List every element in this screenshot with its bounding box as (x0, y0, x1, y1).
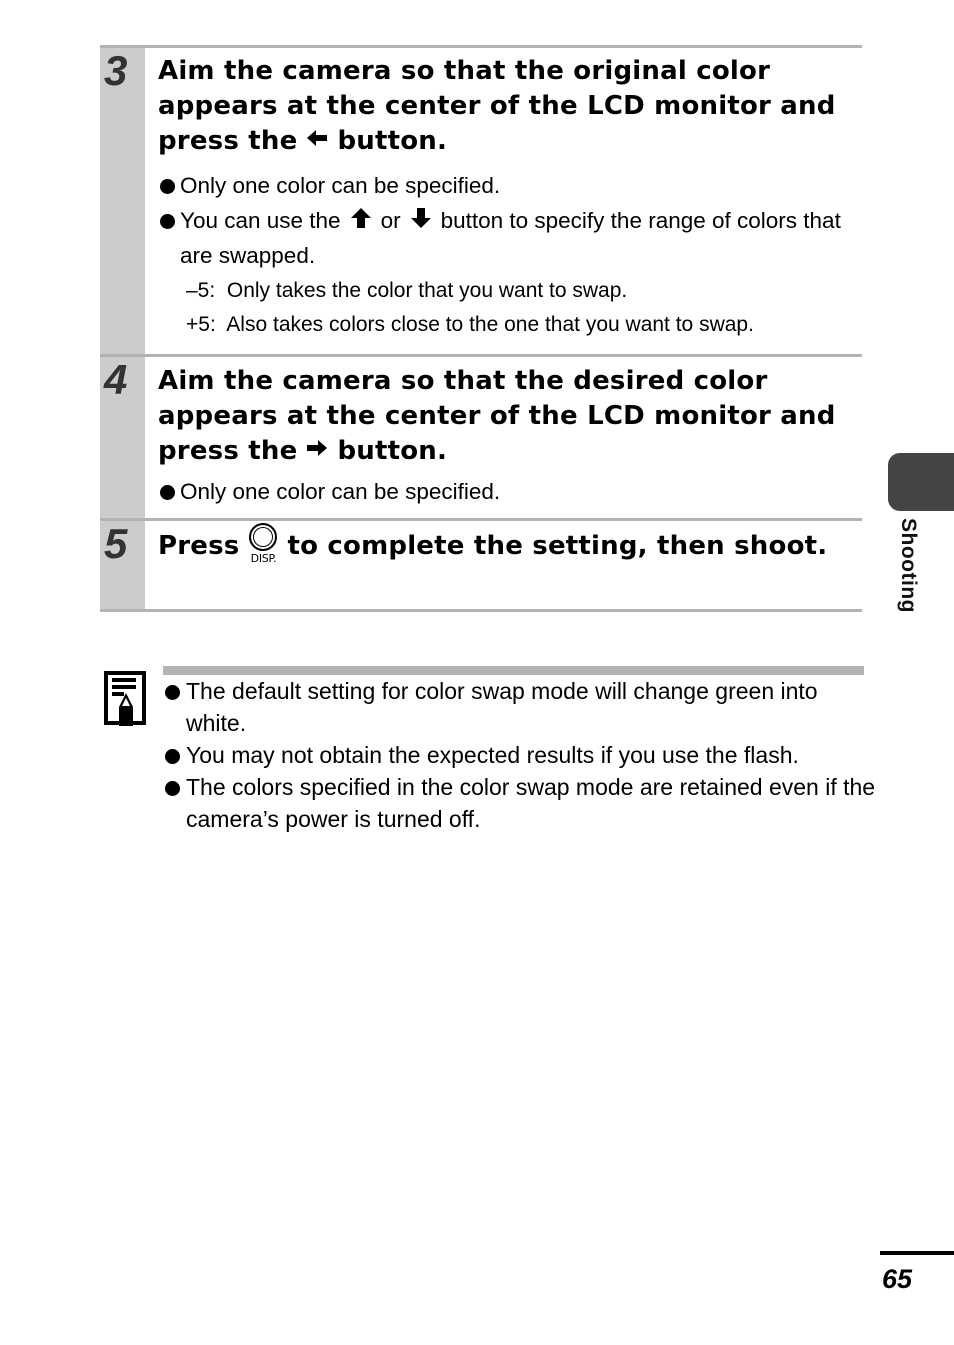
note-list: The default setting for color swap mode … (163, 675, 883, 835)
step-5: 5 Press DISP. to complete the setting, the… (100, 518, 862, 612)
step-number: 4 (104, 356, 128, 403)
step-title-text: Aim the camera so that the desired color… (158, 366, 836, 466)
range-text: Also takes colors close to the one that … (226, 312, 754, 336)
note-pencil-icon (104, 671, 148, 732)
step-title-text-end: to complete the setting, then shoot. (287, 531, 828, 561)
bullet-item: Only one color can be specified. (158, 169, 852, 202)
bullet-text: or (380, 208, 401, 233)
step-number: 3 (104, 47, 128, 94)
step-title: Aim the camera so that the original colo… (158, 54, 852, 159)
range-label: +5: (186, 312, 216, 336)
step-title: Press DISP. to complete the setting, then … (158, 523, 852, 571)
range-text: Only takes the color that you want to sw… (226, 278, 628, 302)
note-item: The colors specified in the color swap m… (163, 771, 883, 835)
footer-rule (880, 1251, 954, 1255)
step-4: 4 Aim the camera so that the desired col… (100, 354, 862, 521)
step-title-text-end: button. (337, 436, 448, 466)
down-arrow-icon (410, 204, 431, 237)
note-divider (163, 666, 864, 675)
bullet-item: Only one color can be specified. (158, 475, 852, 508)
note-item: The default setting for color swap mode … (163, 675, 883, 739)
step-title: Aim the camera so that the desired color… (158, 364, 852, 469)
bullet-text: You can use the (180, 208, 341, 233)
disp-label: DISP. (250, 552, 277, 565)
disp-button-icon: DISP. (249, 523, 278, 565)
left-arrow-icon (307, 122, 328, 157)
chapter-tab (888, 453, 954, 511)
step-title-text-end: button. (337, 126, 448, 156)
range-item-minus: –5: Only takes the color that you want t… (158, 274, 852, 308)
up-arrow-icon (350, 204, 371, 237)
page-number: 65 (882, 1264, 913, 1294)
range-label: –5: (186, 278, 216, 302)
step-number-column: 4 (100, 357, 145, 521)
bullet-item-range: You can use the or button to specify the r… (158, 204, 852, 272)
chapter-label: Shooting (897, 518, 920, 613)
step-number: 5 (104, 520, 128, 567)
step-title-text: Aim the camera so that the original colo… (158, 56, 836, 156)
step-title-text: Press (158, 531, 240, 561)
note-item: You may not obtain the expected results … (163, 739, 883, 771)
step-3: 3 Aim the camera so that the original co… (100, 45, 862, 356)
step-number-column: 3 (100, 48, 145, 356)
step-number-column: 5 (100, 521, 145, 609)
right-arrow-icon (307, 432, 328, 467)
range-item-plus: +5: Also takes colors close to the one t… (158, 308, 852, 342)
